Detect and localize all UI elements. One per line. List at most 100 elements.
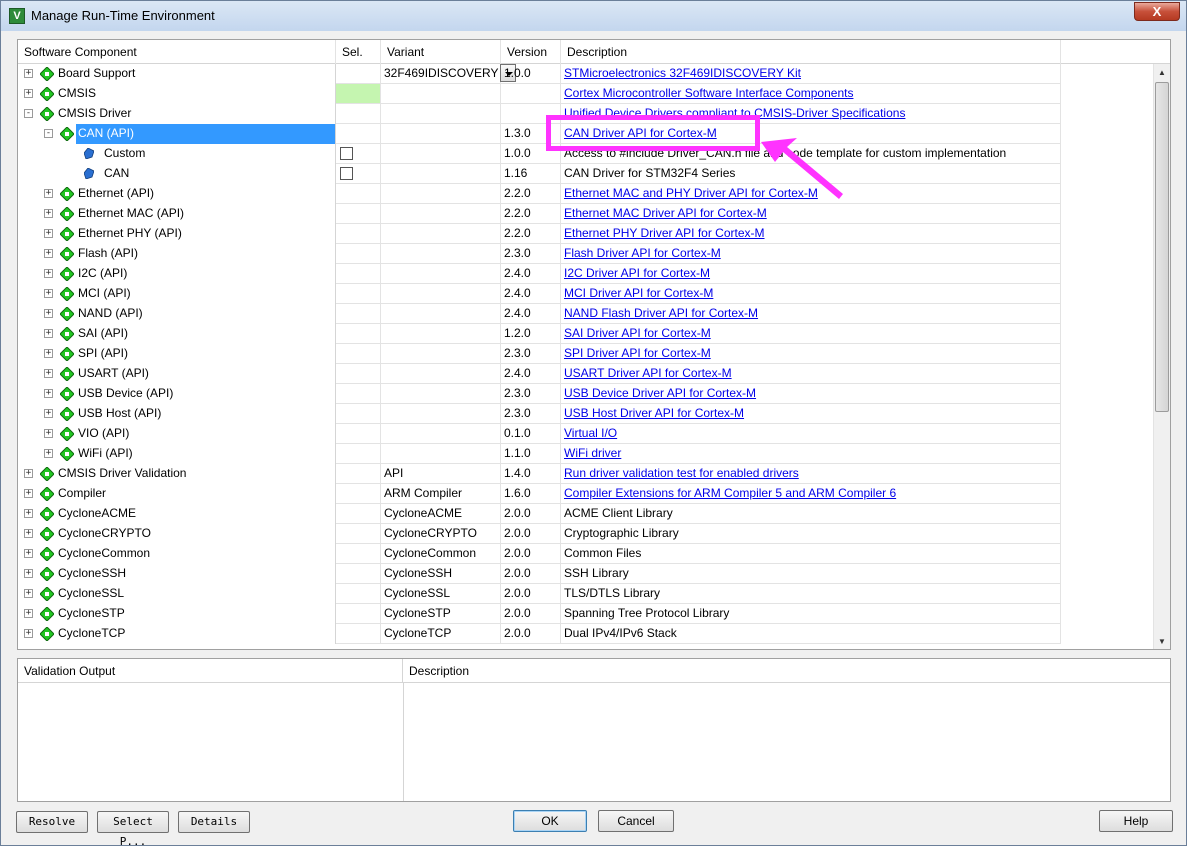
table-row[interactable]: + WiFi (API) 1.1.0 WiFi driver — [18, 444, 1154, 464]
scroll-thumb[interactable] — [1155, 82, 1169, 412]
expand-icon[interactable]: + — [44, 249, 53, 258]
description-link[interactable]: USB Device Driver API for Cortex-M — [564, 386, 756, 400]
component-cell[interactable]: + CycloneCommon — [18, 544, 336, 564]
table-row[interactable]: + CycloneSTP CycloneSTP 2.0.0 Spanning Tree … — [18, 604, 1154, 624]
variant-cell[interactable]: 32F469IDISCOVERY — [381, 64, 501, 84]
column-header-version[interactable]: Version — [501, 40, 561, 64]
description-link[interactable]: Run driver validation test for enabled d… — [564, 466, 799, 480]
component-cell[interactable]: + WiFi (API) — [18, 444, 336, 464]
expand-icon[interactable]: + — [24, 609, 33, 618]
table-row[interactable]: + CycloneCommon CycloneCommon 2.0.0 Common F… — [18, 544, 1154, 564]
table-row[interactable]: + USART (API) 2.4.0 USART Driver API for Co… — [18, 364, 1154, 384]
expand-icon[interactable]: + — [24, 569, 33, 578]
column-header-sel[interactable]: Sel. — [336, 40, 381, 64]
collapse-icon[interactable]: - — [24, 109, 33, 118]
description-link[interactable]: SPI Driver API for Cortex-M — [564, 346, 711, 360]
expand-icon[interactable]: + — [44, 449, 53, 458]
column-header-validation-description[interactable]: Description — [403, 659, 1170, 683]
component-cell[interactable]: + Flash (API) — [18, 244, 336, 264]
expand-icon[interactable]: + — [44, 209, 53, 218]
component-cell[interactable]: + SAI (API) — [18, 324, 336, 344]
select-checkbox[interactable] — [340, 167, 353, 180]
close-button[interactable]: X — [1134, 2, 1180, 21]
column-header-variant[interactable]: Variant — [381, 40, 501, 64]
table-row[interactable]: + Ethernet PHY (API) 2.2.0 Ethernet PHY Dri… — [18, 224, 1154, 244]
component-cell[interactable]: + Board Support — [18, 64, 336, 84]
select-checkbox[interactable] — [340, 147, 353, 160]
description-link[interactable]: Ethernet MAC and PHY Driver API for Cort… — [564, 186, 818, 200]
description-link[interactable]: Ethernet PHY Driver API for Cortex-M — [564, 226, 765, 240]
expand-icon[interactable]: + — [24, 629, 33, 638]
component-cell[interactable]: + CycloneSTP — [18, 604, 336, 624]
table-row[interactable]: + Flash (API) 2.3.0 Flash Driver API for Co… — [18, 244, 1154, 264]
table-row[interactable]: + SPI (API) 2.3.0 SPI Driver API for Cortex… — [18, 344, 1154, 364]
table-row[interactable]: + Ethernet (API) 2.2.0 Ethernet MAC and PHY… — [18, 184, 1154, 204]
component-cell[interactable]: + CycloneCRYPTO — [18, 524, 336, 544]
component-cell[interactable]: + USB Host (API) — [18, 404, 336, 424]
expand-icon[interactable]: + — [24, 529, 33, 538]
column-header-component[interactable]: Software Component — [18, 40, 336, 64]
description-link[interactable]: I2C Driver API for Cortex-M — [564, 266, 710, 280]
component-cell[interactable]: + Compiler — [18, 484, 336, 504]
component-cell[interactable]: - CAN (API) — [18, 124, 336, 144]
component-cell[interactable]: Custom — [18, 144, 336, 164]
expand-icon[interactable]: + — [24, 589, 33, 598]
sel-cell[interactable] — [336, 164, 381, 184]
component-cell[interactable]: + NAND (API) — [18, 304, 336, 324]
component-cell[interactable]: + CycloneACME — [18, 504, 336, 524]
scroll-down-icon[interactable]: ▼ — [1154, 633, 1170, 649]
description-link[interactable]: USB Host Driver API for Cortex-M — [564, 406, 744, 420]
expand-icon[interactable]: + — [24, 89, 33, 98]
scroll-up-icon[interactable]: ▲ — [1154, 64, 1170, 81]
ok-button[interactable]: OK — [513, 810, 587, 832]
description-link[interactable]: SAI Driver API for Cortex-M — [564, 326, 711, 340]
expand-icon[interactable]: + — [24, 549, 33, 558]
expand-icon[interactable]: + — [44, 329, 53, 338]
expand-icon[interactable]: + — [44, 349, 53, 358]
component-cell[interactable]: + VIO (API) — [18, 424, 336, 444]
component-cell[interactable]: + USB Device (API) — [18, 384, 336, 404]
table-row[interactable]: + Ethernet MAC (API) 2.2.0 Ethernet MAC Dri… — [18, 204, 1154, 224]
component-cell[interactable]: + CycloneTCP — [18, 624, 336, 644]
table-row[interactable]: + CycloneACME CycloneACME 2.0.0 ACME Client … — [18, 504, 1154, 524]
description-link[interactable]: Cortex Microcontroller Software Interfac… — [564, 86, 853, 100]
table-row[interactable]: + Compiler ARM Compiler 1.6.0 Compiler Exten… — [18, 484, 1154, 504]
expand-icon[interactable]: + — [24, 69, 33, 78]
select-packs-button[interactable]: Select P... — [97, 811, 169, 846]
table-row[interactable]: + CycloneSSL CycloneSSL 2.0.0 TLS/DTLS Libra… — [18, 584, 1154, 604]
table-row[interactable]: + CMSIS Driver Validation API 1.4.0 Run driv… — [18, 464, 1154, 484]
description-link[interactable]: MCI Driver API for Cortex-M — [564, 286, 713, 300]
description-link[interactable]: Compiler Extensions for ARM Compiler 5 a… — [564, 486, 896, 500]
expand-icon[interactable]: + — [24, 509, 33, 518]
expand-icon[interactable]: + — [44, 189, 53, 198]
expand-icon[interactable]: + — [44, 389, 53, 398]
description-link[interactable]: STMicroelectronics 32F469IDISCOVERY Kit — [564, 66, 801, 80]
component-cell[interactable]: CAN — [18, 164, 336, 184]
description-link[interactable]: USART Driver API for Cortex-M — [564, 366, 732, 380]
table-row[interactable]: + CycloneSSH CycloneSSH 2.0.0 SSH Library — [18, 564, 1154, 584]
table-row[interactable]: + VIO (API) 0.1.0 Virtual I/O — [18, 424, 1154, 444]
expand-icon[interactable]: + — [44, 289, 53, 298]
component-cell[interactable]: + I2C (API) — [18, 264, 336, 284]
expand-icon[interactable]: + — [44, 369, 53, 378]
description-link[interactable]: WiFi driver — [564, 446, 621, 460]
table-row[interactable]: + USB Device (API) 2.3.0 USB Device Driver … — [18, 384, 1154, 404]
description-link[interactable]: Virtual I/O — [564, 426, 617, 440]
details-button[interactable]: Details — [178, 811, 250, 833]
description-link[interactable]: NAND Flash Driver API for Cortex-M — [564, 306, 758, 320]
expand-icon[interactable]: + — [44, 409, 53, 418]
expand-icon[interactable]: + — [44, 269, 53, 278]
table-row[interactable]: + NAND (API) 2.4.0 NAND Flash Driver API fo… — [18, 304, 1154, 324]
table-row[interactable]: + CycloneCRYPTO CycloneCRYPTO 2.0.0 Cryptogr… — [18, 524, 1154, 544]
table-row[interactable]: CAN 1.16 CAN Driver for STM32F4 Series — [18, 164, 1154, 184]
component-cell[interactable]: + CMSIS — [18, 84, 336, 104]
expand-icon[interactable]: + — [44, 309, 53, 318]
expand-icon[interactable]: + — [24, 469, 33, 478]
sel-cell[interactable] — [336, 144, 381, 164]
component-cell[interactable]: + Ethernet MAC (API) — [18, 204, 336, 224]
component-cell[interactable]: + MCI (API) — [18, 284, 336, 304]
resolve-button[interactable]: Resolve — [16, 811, 88, 833]
sel-cell[interactable] — [336, 84, 381, 104]
table-row[interactable]: + USB Host (API) 2.3.0 USB Host Driver API … — [18, 404, 1154, 424]
component-cell[interactable]: + CMSIS Driver Validation — [18, 464, 336, 484]
